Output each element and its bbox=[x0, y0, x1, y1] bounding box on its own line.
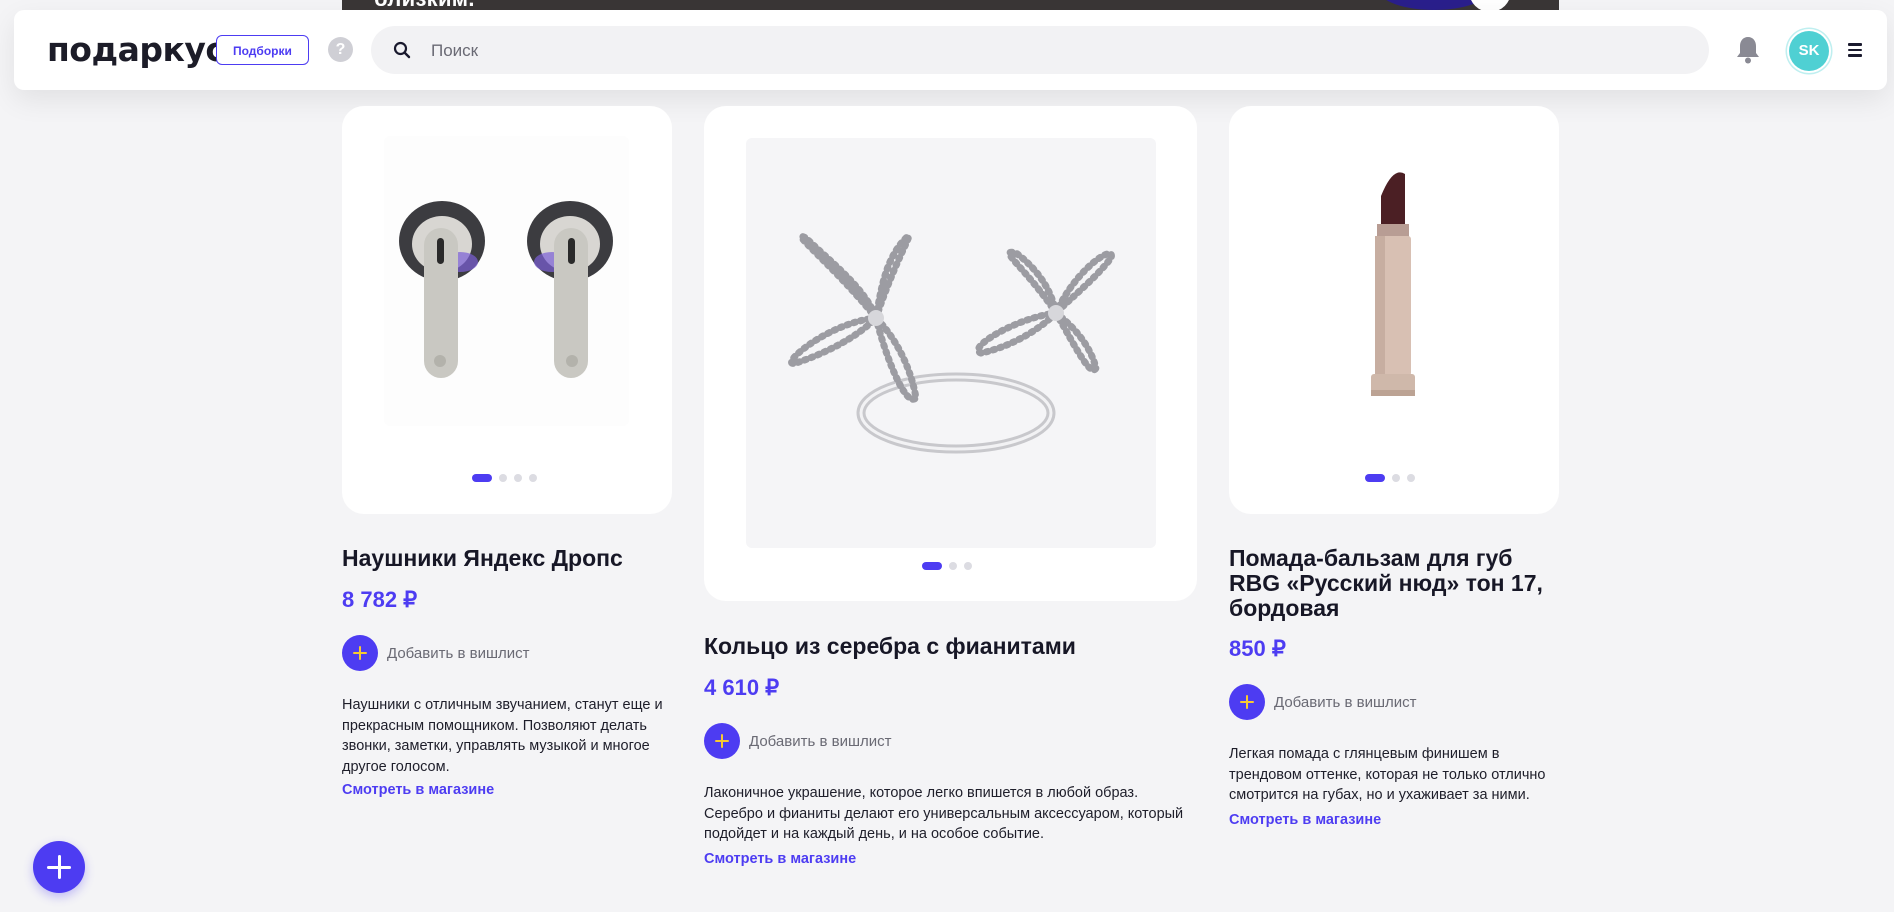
carousel-dots[interactable] bbox=[472, 474, 537, 482]
carousel-dots[interactable] bbox=[1365, 474, 1415, 482]
carousel-dot[interactable] bbox=[499, 474, 507, 482]
collections-button[interactable]: Подборки bbox=[216, 35, 309, 65]
question-icon[interactable]: ? bbox=[328, 37, 353, 62]
carousel-dot[interactable] bbox=[514, 474, 522, 482]
view-in-store-link[interactable]: Смотреть в магазине bbox=[1229, 812, 1381, 828]
wishlist-label[interactable]: Добавить в вишлист bbox=[749, 733, 891, 750]
view-in-store-link[interactable]: Смотреть в магазине bbox=[704, 851, 856, 867]
add-to-wishlist-button[interactable]: Добавить в вишлист bbox=[342, 635, 529, 671]
carousel-dot[interactable] bbox=[964, 562, 972, 570]
product-image bbox=[384, 136, 629, 426]
product-image-card[interactable] bbox=[342, 106, 672, 514]
wishlist-label[interactable]: Добавить в вишлист bbox=[1274, 694, 1416, 711]
product-title[interactable]: Кольцо из серебра с фианитами bbox=[704, 634, 1197, 659]
add-to-wishlist-button[interactable]: Добавить в вишлист bbox=[1229, 684, 1416, 720]
top-header: подаркус Подборки ? SK bbox=[14, 10, 1887, 90]
product-image bbox=[1271, 136, 1516, 426]
product-description: Легкая помада с глянцевым финишем в трен… bbox=[1229, 746, 1546, 803]
avatar[interactable]: SK bbox=[1789, 31, 1829, 71]
product-image-card[interactable] bbox=[1229, 106, 1559, 514]
ring-image bbox=[788, 232, 1115, 454]
product-description: Наушники с отличным звучанием, станут ещ… bbox=[342, 697, 663, 775]
plus-icon[interactable] bbox=[1229, 684, 1265, 720]
plus-icon[interactable] bbox=[342, 635, 378, 671]
product-title[interactable]: Наушники Яндекс Дропс bbox=[342, 546, 672, 571]
lipstick-image bbox=[1371, 172, 1415, 396]
carousel-dot[interactable] bbox=[1392, 474, 1400, 482]
carousel-dot[interactable] bbox=[472, 474, 492, 482]
carousel-dot[interactable] bbox=[529, 474, 537, 482]
view-in-store-link[interactable]: Смотреть в магазине bbox=[342, 782, 494, 798]
carousel-dot[interactable] bbox=[1365, 474, 1385, 482]
carousel-dot[interactable] bbox=[1407, 474, 1415, 482]
carousel-dot[interactable] bbox=[922, 562, 942, 570]
earbuds-image bbox=[399, 201, 613, 378]
search-icon bbox=[393, 41, 411, 59]
logo[interactable]: подаркус bbox=[47, 30, 225, 69]
hamburger-menu-icon[interactable] bbox=[1848, 43, 1862, 57]
carousel-dot[interactable] bbox=[949, 562, 957, 570]
product-description: Лаконичное украшение, которое легко впиш… bbox=[704, 785, 1184, 842]
product-image-card[interactable] bbox=[704, 106, 1197, 601]
search-bar[interactable] bbox=[371, 26, 1709, 76]
carousel-dots[interactable] bbox=[922, 562, 972, 570]
search-input[interactable] bbox=[429, 26, 1673, 76]
product-price: 850 ₽ bbox=[1229, 636, 1286, 661]
product-price: 8 782 ₽ bbox=[342, 587, 418, 612]
plus-icon[interactable] bbox=[704, 723, 740, 759]
product-price: 4 610 ₽ bbox=[704, 675, 780, 700]
product-image bbox=[746, 138, 1156, 548]
product-title[interactable]: Помада-бальзам для губ RBG «Русский нюд»… bbox=[1229, 546, 1559, 621]
wishlist-label[interactable]: Добавить в вишлист bbox=[387, 645, 529, 662]
add-floating-button[interactable] bbox=[33, 841, 85, 893]
bell-icon[interactable] bbox=[1735, 35, 1761, 65]
add-to-wishlist-button[interactable]: Добавить в вишлист bbox=[704, 723, 891, 759]
